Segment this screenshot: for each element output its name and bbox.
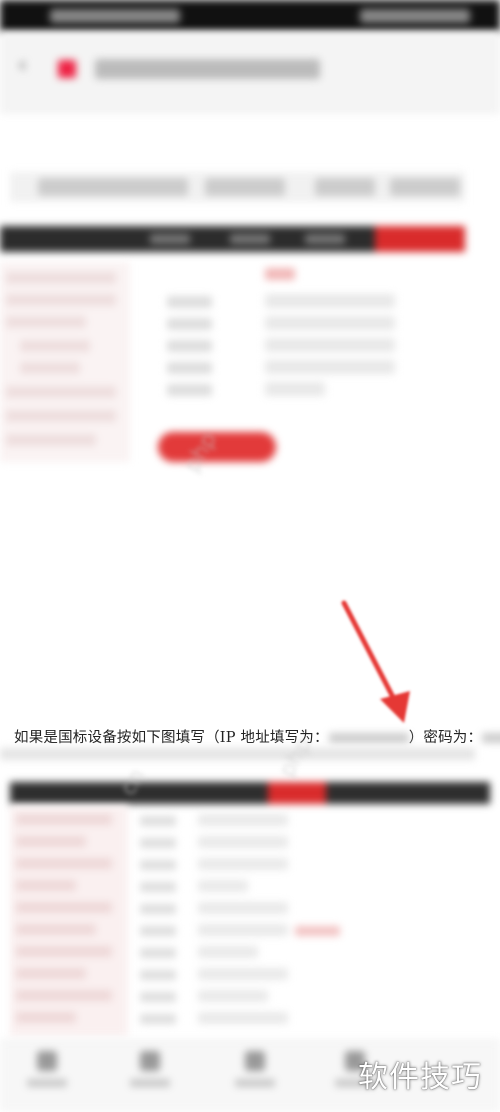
caption-line-2 bbox=[0, 748, 475, 760]
router-sidebar-2 bbox=[10, 806, 128, 1036]
red-arrow-icon bbox=[341, 600, 410, 723]
router-sidebar bbox=[0, 262, 130, 462]
router-nav-bar bbox=[0, 226, 465, 252]
router-nav-active-tab bbox=[375, 226, 465, 252]
status-bar bbox=[0, 0, 500, 32]
back-arrow-icon[interactable]: ‹ bbox=[18, 55, 34, 77]
router-form bbox=[155, 262, 405, 412]
instruction-caption: 如果是国标设备按如下图填写（IP 地址填写为： ）密码为： bbox=[14, 726, 500, 747]
password-value-blurred bbox=[482, 733, 500, 743]
router-nav-bar-2 bbox=[10, 782, 490, 804]
router-nav-active-tab-2 bbox=[268, 782, 326, 804]
page-title bbox=[95, 59, 320, 79]
caption-text: 如果是国标设备按如下图填写（IP 地址填写为： bbox=[14, 730, 329, 746]
logo-icon bbox=[58, 60, 76, 78]
toolbar-item-2[interactable] bbox=[125, 1051, 175, 1101]
status-bar-left bbox=[50, 9, 180, 23]
brand-watermark: 软件技巧 bbox=[358, 1060, 482, 1095]
ip-value-blurred bbox=[328, 733, 409, 743]
toolbar-item-1[interactable] bbox=[22, 1051, 72, 1101]
router-form-2 bbox=[140, 806, 350, 1036]
status-bar-right bbox=[360, 9, 470, 23]
address-strip bbox=[10, 172, 465, 202]
caption-text-tail: ）密码为： bbox=[408, 730, 483, 746]
toolbar-item-3[interactable] bbox=[230, 1051, 280, 1101]
